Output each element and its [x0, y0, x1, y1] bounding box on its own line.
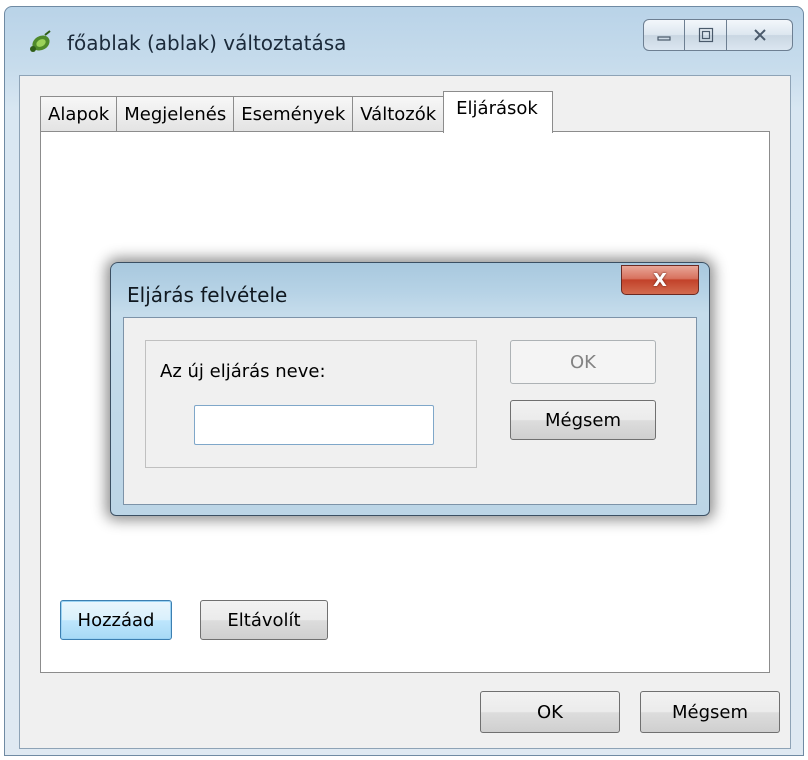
close-icon	[753, 29, 766, 41]
dialog-title[interactable]: Eljárás felvétele	[127, 283, 287, 307]
window-title: főablak (ablak) változtatása	[67, 31, 347, 55]
app-icon	[30, 30, 51, 52]
tab-valtozok[interactable]: Változók	[352, 96, 445, 132]
dialog-client-area: Az új eljárás neve: OK Mégsem	[123, 317, 697, 505]
tab-megjelenes[interactable]: Megjelenés	[116, 96, 235, 132]
close-icon: X	[653, 269, 667, 291]
minimize-button[interactable]	[643, 19, 685, 51]
title-bar[interactable]: főablak (ablak) változtatása	[5, 7, 803, 69]
close-button[interactable]	[727, 19, 793, 51]
caption-buttons	[643, 19, 793, 51]
procedure-name-label: Az új eljárás neve:	[160, 361, 326, 382]
maximize-icon	[698, 27, 713, 43]
tab-strip: Alapok Megjelenés Események Változók Elj…	[40, 90, 553, 133]
minimize-icon	[657, 36, 671, 41]
procedure-name-input[interactable]	[194, 405, 434, 445]
add-procedure-dialog: Eljárás felvétele X Az új eljárás neve: …	[110, 262, 710, 516]
name-group-box: Az új eljárás neve:	[145, 340, 477, 468]
tab-alapok[interactable]: Alapok	[40, 96, 118, 132]
remove-button[interactable]: Eltávolít	[200, 600, 328, 640]
dialog-cancel-button[interactable]: Mégsem	[510, 400, 656, 440]
maximize-button[interactable]	[685, 19, 727, 51]
tab-eljarasok[interactable]: Eljárások	[443, 91, 553, 133]
dialog-ok-button[interactable]: OK	[510, 340, 656, 384]
ok-button[interactable]: OK	[480, 691, 620, 733]
add-button[interactable]: Hozzáad	[60, 600, 172, 640]
dialog-close-button[interactable]: X	[621, 265, 699, 295]
tab-esemenyek[interactable]: Események	[233, 96, 354, 132]
cancel-button[interactable]: Mégsem	[640, 691, 780, 733]
